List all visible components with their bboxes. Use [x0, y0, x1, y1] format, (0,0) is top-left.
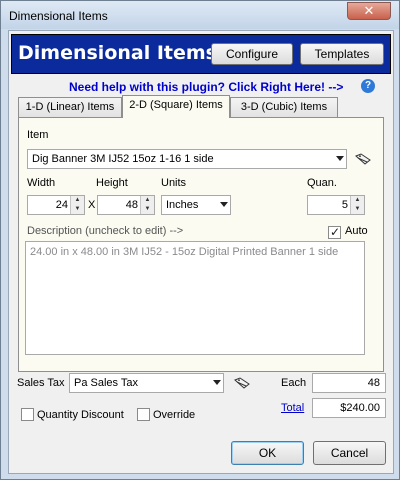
height-spin-buttons[interactable]: ▲ ▼ — [140, 196, 154, 214]
tab-2d-square[interactable]: 2-D (Square) Items — [122, 95, 230, 118]
title-bar[interactable]: Dimensional Items ✕ — [1, 1, 399, 29]
height-label: Height — [96, 177, 128, 189]
quan-label: Quan. — [307, 177, 337, 189]
chevron-down-icon — [213, 380, 221, 385]
override-checkbox[interactable] — [137, 408, 150, 421]
quantity-value: 5 — [341, 199, 348, 211]
times-label: X — [88, 199, 96, 211]
header-banner: Dimensional Items Configure Templates — [11, 34, 391, 74]
quantity-stepper[interactable]: 5 ▲ ▼ — [307, 195, 365, 215]
quantity-discount-checkbox[interactable] — [21, 408, 34, 421]
chevron-down-icon — [220, 202, 228, 207]
width-stepper[interactable]: 24 ▲ ▼ — [27, 195, 85, 215]
sales-tax-value: Pa Sales Tax — [74, 377, 139, 389]
configure-button[interactable]: Configure — [211, 43, 293, 65]
dialog-window: Dimensional Items ✕ Dimensional Items Co… — [0, 0, 400, 480]
question-icon[interactable]: ? — [361, 79, 375, 93]
price-tag-icon[interactable] — [355, 153, 371, 165]
window-title: Dimensional Items — [9, 9, 108, 23]
description-textarea[interactable]: 24.00 in x 48.00 in 3M IJ52 - 15oz Digit… — [25, 241, 365, 355]
quantity-discount-label: Quantity Discount — [37, 409, 124, 421]
close-button[interactable]: ✕ — [347, 2, 391, 20]
total-value: $240.00 — [340, 402, 380, 414]
close-icon: ✕ — [363, 3, 375, 18]
height-stepper[interactable]: 48 ▲ ▼ — [97, 195, 155, 215]
item-select-value: Dig Banner 3M IJ52 15oz 1-16 1 side — [32, 153, 214, 165]
units-select-value: Inches — [166, 199, 199, 211]
banner-title: Dimensional Items — [18, 42, 217, 64]
arrow-down-icon[interactable]: ▼ — [141, 205, 154, 214]
ok-button[interactable]: OK — [231, 441, 304, 465]
arrow-down-icon[interactable]: ▼ — [351, 205, 364, 214]
tab-3d-cubic[interactable]: 3-D (Cubic) Items — [230, 97, 338, 118]
width-value: 24 — [55, 199, 68, 211]
each-price-field[interactable]: 48 — [312, 373, 386, 393]
arrow-down-icon[interactable]: ▼ — [71, 205, 84, 214]
price-tag-icon[interactable] — [234, 377, 250, 389]
arrow-up-icon[interactable]: ▲ — [351, 196, 364, 205]
arrow-up-icon[interactable]: ▲ — [141, 196, 154, 205]
sales-tax-label: Sales Tax — [17, 377, 65, 389]
units-label: Units — [161, 177, 187, 189]
override-label: Override — [153, 409, 196, 421]
description-text: 24.00 in x 48.00 in 3M IJ52 - 15oz Digit… — [30, 246, 339, 258]
total-field[interactable]: $240.00 — [312, 398, 386, 418]
height-value: 48 — [125, 199, 138, 211]
description-label: Description (uncheck to edit) --> — [27, 225, 184, 237]
chevron-down-icon — [336, 156, 344, 161]
quantity-spin-buttons[interactable]: ▲ ▼ — [350, 196, 364, 214]
cancel-button[interactable]: Cancel — [313, 441, 386, 465]
auto-checkbox[interactable] — [328, 225, 341, 239]
units-select[interactable]: Inches — [161, 195, 231, 215]
auto-label: Auto — [345, 225, 368, 237]
width-label: Width — [27, 177, 56, 189]
dialog-body: Dimensional Items Configure Templates Ne… — [8, 30, 394, 474]
each-price-value: 48 — [367, 377, 380, 389]
templates-button[interactable]: Templates — [300, 43, 384, 65]
sales-tax-select[interactable]: Pa Sales Tax — [69, 373, 224, 393]
item-select[interactable]: Dig Banner 3M IJ52 15oz 1-16 1 side — [27, 149, 347, 169]
help-link[interactable]: Need help with this plugin? Click Right … — [69, 80, 343, 94]
tab-1d-linear[interactable]: 1-D (Linear) Items — [18, 97, 122, 118]
total-link[interactable]: Total — [281, 402, 304, 414]
item-label: Item — [27, 129, 49, 141]
width-spin-buttons[interactable]: ▲ ▼ — [70, 196, 84, 214]
each-label: Each — [281, 377, 307, 389]
arrow-up-icon[interactable]: ▲ — [71, 196, 84, 205]
